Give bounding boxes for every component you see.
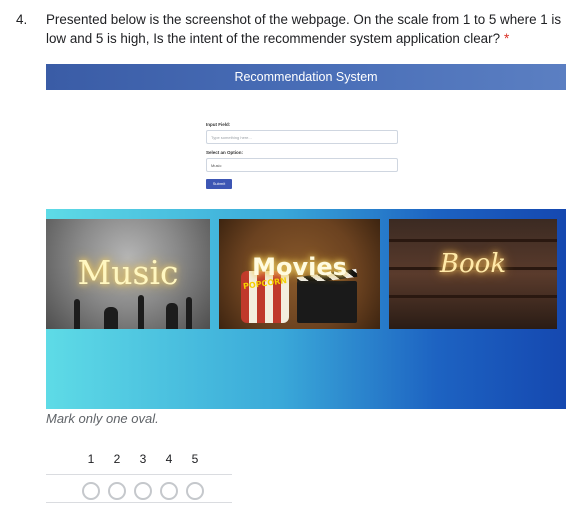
bookshelf-row — [389, 295, 557, 298]
input-field-label: Input Field: — [206, 122, 231, 127]
scale-label: 5 — [191, 452, 199, 466]
linear-scale: 1 2 3 4 5 — [46, 452, 232, 503]
scale-radio-5[interactable] — [186, 482, 204, 500]
submit-button: Submit — [206, 179, 232, 189]
guitar-silhouette — [186, 297, 192, 329]
scale-label: 3 — [139, 452, 147, 466]
music-card: Music — [46, 219, 210, 329]
input-field: Type something here... — [206, 130, 398, 144]
question-number: 4. — [16, 12, 28, 27]
scale-radio-1[interactable] — [82, 482, 100, 500]
category-gallery: Music POPCORN Movies Book — [46, 209, 566, 409]
scale-divider — [46, 474, 232, 475]
scale-label: 4 — [165, 452, 173, 466]
option-select: Music — [206, 158, 398, 172]
scale-label: 2 — [113, 452, 121, 466]
bookshelf-row — [389, 239, 557, 242]
required-marker: * — [504, 31, 510, 46]
guitar-silhouette — [138, 295, 144, 329]
question-text: Presented below is the screenshot of the… — [46, 12, 562, 46]
recommendation-form: Input Field: Type something here... Sele… — [206, 122, 398, 190]
movies-card-title: Movies — [252, 253, 347, 281]
clapperboard — [297, 281, 357, 323]
guitar-silhouette — [104, 307, 118, 329]
scale-radio-2[interactable] — [108, 482, 126, 500]
question-text-block: Presented below is the screenshot of the… — [46, 10, 566, 48]
book-card: Book — [389, 219, 557, 329]
scale-labels: 1 2 3 4 5 — [70, 452, 232, 466]
app-banner: Recommendation System — [46, 64, 566, 90]
guitar-silhouette — [74, 299, 80, 329]
instruction-text: Mark only one oval. — [46, 411, 159, 426]
book-card-title: Book — [439, 249, 507, 279]
music-card-title: Music — [77, 253, 179, 292]
movies-card: POPCORN Movies — [219, 219, 380, 329]
scale-radio-4[interactable] — [160, 482, 178, 500]
scale-label: 1 — [87, 452, 95, 466]
select-option-label: Select an Option: — [206, 150, 244, 155]
embedded-webpage-screenshot: Recommendation System Input Field: Type … — [46, 64, 566, 410]
guitar-silhouette — [166, 303, 178, 329]
scale-divider — [46, 502, 232, 503]
scale-radio-3[interactable] — [134, 482, 152, 500]
